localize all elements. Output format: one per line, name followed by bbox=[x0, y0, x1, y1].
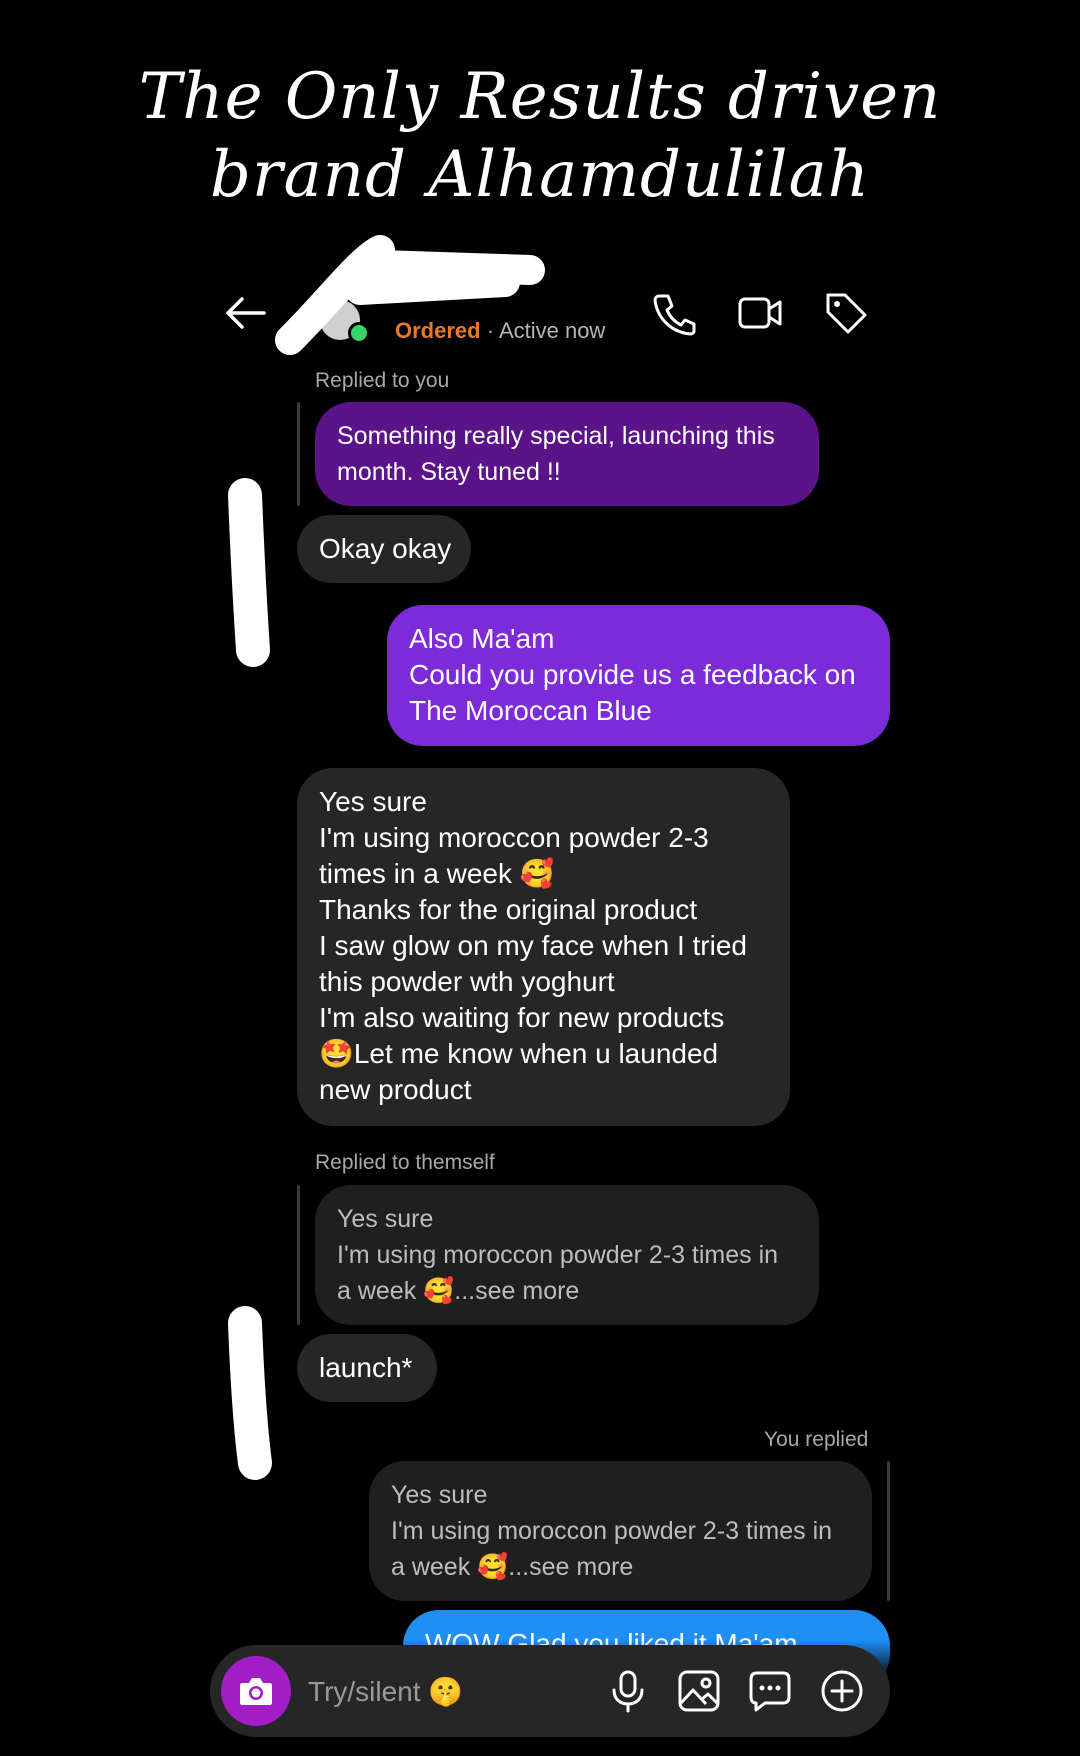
camera-icon bbox=[240, 1678, 272, 1705]
status-separator: · bbox=[480, 318, 499, 343]
camera-button[interactable] bbox=[221, 1656, 291, 1726]
caption-line-2: brand Alhamdulilah bbox=[210, 138, 870, 212]
incoming-message[interactable]: launch* bbox=[297, 1334, 437, 1402]
outgoing-message[interactable]: Also Ma'am Could you provide us a feedba… bbox=[387, 605, 890, 746]
message-text: Thanks for the original product bbox=[319, 894, 698, 925]
active-status: Active now bbox=[498, 318, 606, 343]
message-text: I saw glow on my face when I tried bbox=[319, 930, 747, 961]
message-composer bbox=[210, 1645, 890, 1737]
reply-meta: Replied to you bbox=[315, 369, 450, 392]
back-arrow-icon[interactable] bbox=[222, 290, 268, 336]
sticker-chat-icon[interactable] bbox=[747, 1668, 793, 1714]
message-text: Okay okay bbox=[319, 533, 452, 564]
message-text: 🤩Let me know when u launded bbox=[319, 1038, 719, 1069]
redaction-scribble bbox=[228, 478, 270, 667]
reply-indicator-bar bbox=[297, 402, 300, 506]
quoted-line: a week 🥰...see more bbox=[391, 1553, 634, 1581]
reply-indicator-bar bbox=[297, 1185, 300, 1325]
quoted-line: Something really special, launching this bbox=[337, 422, 775, 450]
quoted-line: I'm using moroccon powder 2-3 times in bbox=[391, 1517, 833, 1545]
quoted-line: Yes sure bbox=[337, 1205, 434, 1233]
quoted-line: Yes sure bbox=[391, 1481, 488, 1509]
message-text: times in a week 🥰 bbox=[319, 858, 555, 889]
quoted-message[interactable]: Yes sure I'm using moroccon powder 2-3 t… bbox=[315, 1185, 819, 1325]
quoted-line: a week 🥰...see more bbox=[337, 1277, 580, 1305]
incoming-message[interactable]: Yes sure I'm using moroccon powder 2-3 t… bbox=[297, 768, 790, 1126]
quoted-message[interactable]: Something really special, launching this… bbox=[315, 402, 819, 506]
message-text: I'm also waiting for new products bbox=[319, 1002, 725, 1033]
message-text: Could you provide us a feedback on bbox=[409, 659, 856, 690]
message-input[interactable] bbox=[306, 1671, 610, 1713]
quoted-message[interactable]: Yes sure I'm using moroccon powder 2-3 t… bbox=[369, 1461, 872, 1601]
microphone-icon[interactable] bbox=[605, 1668, 651, 1714]
tag-icon[interactable] bbox=[823, 290, 869, 336]
chat-status-line: Ordered · Active now bbox=[395, 318, 605, 344]
message-text: The Moroccan Blue bbox=[409, 695, 652, 726]
message-text: Yes sure bbox=[319, 786, 427, 817]
ordered-tag[interactable]: Ordered bbox=[395, 318, 481, 343]
message-text: I'm using moroccon powder 2-3 bbox=[319, 822, 709, 853]
quoted-line: I'm using moroccon powder 2-3 times in bbox=[337, 1241, 779, 1269]
message-text: launch* bbox=[319, 1352, 413, 1383]
message-text: Also Ma'am bbox=[409, 623, 555, 654]
screenshot-caption: The Only Results driven brand Alhamdulil… bbox=[0, 58, 1080, 214]
incoming-message[interactable]: Okay okay bbox=[297, 515, 471, 583]
quoted-line: month. Stay tuned !! bbox=[337, 458, 561, 486]
phone-icon[interactable] bbox=[651, 290, 697, 336]
image-icon[interactable] bbox=[676, 1668, 722, 1714]
video-icon[interactable] bbox=[737, 290, 783, 336]
reply-indicator-bar bbox=[887, 1461, 890, 1601]
redaction-scribble bbox=[228, 1306, 272, 1480]
reply-meta: You replied bbox=[764, 1428, 869, 1451]
reply-meta: Replied to themself bbox=[315, 1151, 495, 1174]
caption-line-1: The Only Results driven bbox=[138, 60, 942, 134]
plus-icon[interactable] bbox=[819, 1668, 865, 1714]
message-text: this powder wth yoghurt bbox=[319, 966, 615, 997]
message-text: new product bbox=[319, 1074, 472, 1105]
